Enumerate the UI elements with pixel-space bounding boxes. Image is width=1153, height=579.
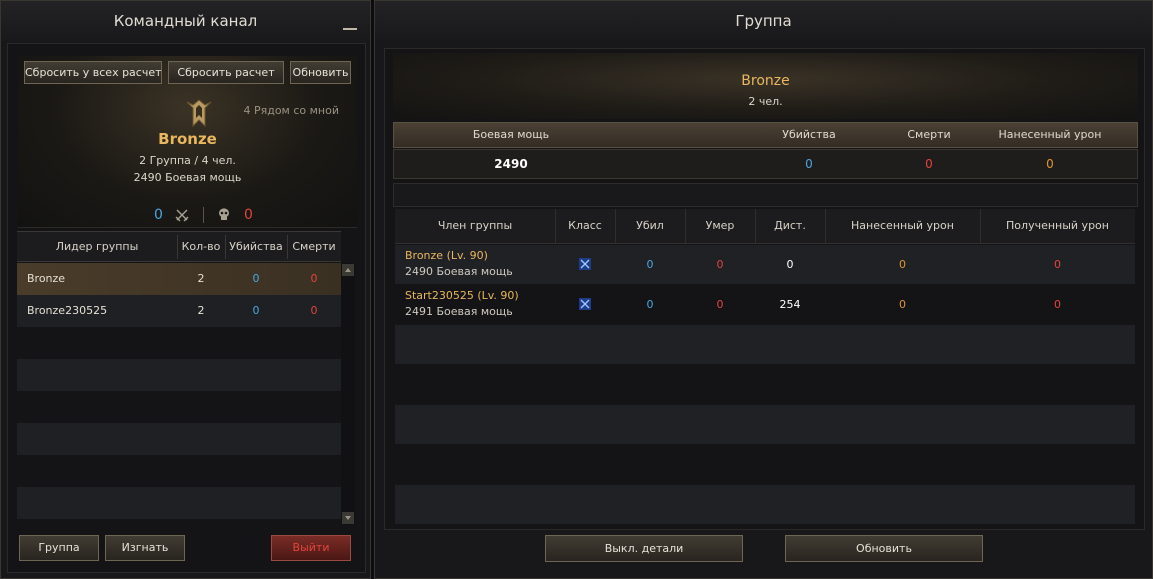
reset-all-button[interactable]: Сбросить у всех расчет bbox=[24, 61, 162, 84]
group-list-header: Лидер группы Кол-во Убийства Смерти bbox=[17, 231, 341, 262]
group-row[interactable]: Bronze 2 0 0 bbox=[17, 263, 341, 295]
group-refresh-button[interactable]: Обновить bbox=[785, 535, 983, 562]
row-kills: 0 bbox=[252, 304, 260, 317]
group-list-scrollbar[interactable] bbox=[341, 263, 355, 525]
command-channel-title: Командный канал bbox=[1, 1, 370, 41]
member-name: Start230525 (Lv. 90) bbox=[405, 289, 519, 302]
member-power: 2490 Боевая мощь bbox=[405, 265, 513, 278]
col-deaths: Смерти bbox=[907, 128, 951, 141]
empty-row bbox=[395, 325, 1135, 364]
stat-kills: 0 bbox=[805, 157, 813, 171]
team-crest-icon bbox=[186, 99, 212, 128]
member-deaths: 0 bbox=[716, 258, 724, 271]
empty-row bbox=[17, 391, 341, 423]
member-row[interactable]: Bronze (Lv. 90) 2490 Боевая мощь 0 0 0 0… bbox=[395, 245, 1135, 284]
col-dealt: Нанесенный урон bbox=[851, 219, 954, 232]
member-distance: 254 bbox=[779, 298, 801, 311]
group-member-count: 2 чел. bbox=[748, 95, 783, 108]
member-power: 2491 Боевая мощь bbox=[405, 305, 513, 318]
empty-row bbox=[17, 455, 341, 487]
group-name: Bronze bbox=[741, 73, 790, 89]
group-panel-content: Bronze 2 чел. Боевая мощь Убийства Смерт… bbox=[384, 48, 1145, 530]
row-leader: Bronze230525 bbox=[27, 304, 108, 317]
empty-row bbox=[395, 405, 1135, 444]
spacer-bar bbox=[393, 183, 1138, 207]
col-class: Класс bbox=[568, 219, 602, 232]
row-count: 2 bbox=[197, 272, 205, 285]
member-row[interactable]: Start230525 (Lv. 90) 2491 Боевая мощь 0 … bbox=[395, 285, 1135, 324]
col-leader: Лидер группы bbox=[55, 240, 139, 253]
team-power: 2490 Боевая мощь bbox=[133, 171, 242, 184]
team-kills: 0 bbox=[154, 207, 163, 223]
skull-icon bbox=[219, 208, 229, 220]
col-kills: Убийства bbox=[229, 240, 283, 253]
member-kills: 0 bbox=[646, 298, 654, 311]
nearby-count: 4 Рядом со мной bbox=[243, 104, 339, 117]
member-dealt: 0 bbox=[899, 258, 906, 271]
empty-row bbox=[395, 445, 1135, 484]
col-member: Член группы bbox=[437, 219, 513, 232]
stat-damage: 0 bbox=[1046, 157, 1054, 171]
col-killed: Убил bbox=[636, 219, 664, 232]
group-row[interactable]: Bronze230525 2 0 0 bbox=[17, 295, 341, 327]
col-kills: Убийства bbox=[782, 128, 836, 141]
row-deaths: 0 bbox=[310, 272, 318, 285]
group-panel: Группа Bronze 2 чел. Боевая мощь Убийств… bbox=[374, 0, 1153, 579]
stat-power: 2490 bbox=[494, 157, 528, 171]
command-channel-panel: Командный канал Сбросить у всех расчет С… bbox=[0, 0, 371, 579]
group-stats-row: 2490 0 0 0 bbox=[393, 149, 1138, 179]
group-list: Bronze 2 0 0 Bronze230525 2 0 0 bbox=[17, 263, 341, 525]
crossed-swords-icon bbox=[579, 298, 591, 310]
kd-divider bbox=[203, 207, 204, 223]
reset-button[interactable]: Сбросить расчет bbox=[168, 61, 284, 84]
member-distance: 0 bbox=[786, 258, 794, 271]
member-table-header: Член группы Класс Убил Умер Дист. Нанесе… bbox=[395, 209, 1135, 244]
team-kd: 0 0 bbox=[18, 205, 357, 229]
team-deaths: 0 bbox=[244, 207, 253, 223]
empty-row bbox=[17, 487, 341, 519]
empty-row bbox=[395, 485, 1135, 524]
stat-deaths: 0 bbox=[925, 157, 933, 171]
member-dealt: 0 bbox=[899, 298, 906, 311]
member-kills: 0 bbox=[646, 258, 654, 271]
col-received: Полученный урон bbox=[1006, 219, 1109, 232]
refresh-button[interactable]: Обновить bbox=[290, 61, 351, 84]
col-distance: Дист. bbox=[774, 219, 806, 232]
group-button[interactable]: Группа bbox=[19, 535, 99, 561]
kick-button[interactable]: Изгнать bbox=[105, 535, 185, 561]
crossed-swords-icon bbox=[175, 209, 189, 222]
col-deaths: Смерти bbox=[292, 240, 336, 253]
member-deaths: 0 bbox=[716, 298, 724, 311]
col-died: Умер bbox=[705, 219, 735, 232]
team-summary: Сбросить у всех расчет Сбросить расчет О… bbox=[18, 56, 357, 228]
empty-row bbox=[17, 423, 341, 455]
crossed-swords-icon bbox=[579, 258, 591, 270]
team-groups: 2 Группа / 4 чел. bbox=[139, 154, 236, 167]
group-panel-title: Группа bbox=[375, 1, 1152, 41]
member-name: Bronze (Lv. 90) bbox=[405, 249, 488, 262]
group-banner: Bronze 2 чел. bbox=[393, 53, 1138, 119]
team-name: Bronze bbox=[158, 130, 217, 148]
member-received: 0 bbox=[1054, 258, 1061, 271]
row-leader: Bronze bbox=[27, 272, 66, 285]
row-deaths: 0 bbox=[310, 304, 318, 317]
col-power: Боевая мощь bbox=[472, 128, 550, 141]
scroll-down-button[interactable] bbox=[342, 512, 354, 524]
empty-row bbox=[17, 359, 341, 391]
group-stats-header: Боевая мощь Убийства Смерти Нанесенный у… bbox=[393, 122, 1138, 148]
member-received: 0 bbox=[1054, 298, 1061, 311]
empty-row bbox=[17, 327, 341, 359]
exit-button[interactable]: Выйти bbox=[271, 535, 351, 561]
row-count: 2 bbox=[197, 304, 205, 317]
row-kills: 0 bbox=[252, 272, 260, 285]
col-damage: Нанесенный урон bbox=[998, 128, 1102, 141]
member-table: Bronze (Lv. 90) 2490 Боевая мощь 0 0 0 0… bbox=[395, 245, 1135, 525]
col-count: Кол-во bbox=[181, 240, 221, 253]
empty-row bbox=[395, 365, 1135, 404]
minimize-button[interactable] bbox=[342, 15, 358, 31]
scroll-up-button[interactable] bbox=[342, 264, 354, 276]
details-off-button[interactable]: Выкл. детали bbox=[545, 535, 743, 562]
